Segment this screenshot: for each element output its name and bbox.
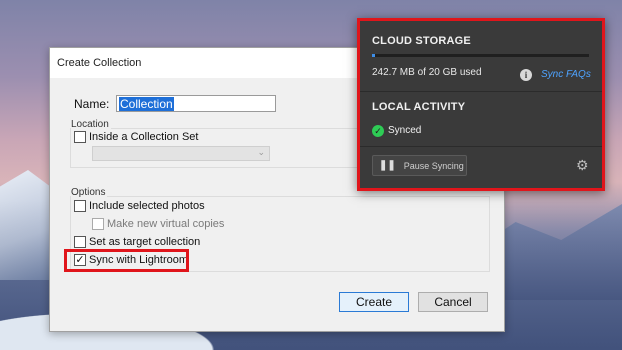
storage-usage-text: 242.7 MB of 20 GB used bbox=[372, 67, 482, 78]
panel-divider bbox=[360, 91, 602, 92]
storage-usage-bar bbox=[372, 54, 589, 57]
pause-syncing-label: Pause Syncing bbox=[403, 160, 464, 171]
pause-syncing-button[interactable]: ❚❚ Pause Syncing bbox=[372, 155, 467, 176]
include-selected-box[interactable] bbox=[74, 200, 86, 212]
cloud-storage-heading: CLOUD STORAGE bbox=[372, 35, 471, 47]
collection-set-dropdown[interactable]: ⌄ bbox=[92, 146, 270, 161]
options-group-label: Options bbox=[71, 187, 108, 198]
inside-collection-set-box[interactable] bbox=[74, 131, 86, 143]
create-button[interactable]: Create bbox=[339, 292, 409, 312]
local-activity-heading: LOCAL ACTIVITY bbox=[372, 101, 466, 113]
target-collection-label: Set as target collection bbox=[89, 236, 201, 248]
include-selected-label: Include selected photos bbox=[89, 200, 205, 212]
panel-divider bbox=[360, 146, 602, 147]
synced-check-icon: ✓ bbox=[372, 125, 384, 137]
name-input[interactable]: Collection bbox=[116, 95, 276, 112]
inside-collection-set-label: Inside a Collection Set bbox=[89, 131, 199, 143]
name-label: Name: bbox=[74, 96, 110, 111]
name-row: Name: Collection bbox=[74, 95, 276, 112]
chevron-down-icon: ⌄ bbox=[257, 147, 265, 157]
inside-collection-set-checkbox[interactable]: Inside a Collection Set bbox=[74, 131, 198, 143]
sync-status-text: Synced bbox=[388, 125, 422, 136]
info-icon[interactable]: i bbox=[520, 69, 532, 81]
location-group-label: Location bbox=[71, 119, 111, 130]
cancel-button[interactable]: Cancel bbox=[418, 292, 488, 312]
target-collection-box[interactable] bbox=[74, 236, 86, 248]
sync-highlight-box bbox=[64, 249, 189, 272]
pause-icon: ❚❚ bbox=[379, 160, 396, 171]
sync-faqs-link[interactable]: Sync FAQs bbox=[541, 69, 591, 80]
gear-icon[interactable]: ⚙ bbox=[576, 157, 589, 174]
virtual-copies-label: Make new virtual copies bbox=[107, 218, 225, 230]
storage-usage-fill bbox=[372, 54, 375, 57]
include-selected-checkbox[interactable]: Include selected photos bbox=[74, 200, 205, 212]
name-input-value: Collection bbox=[119, 96, 174, 111]
virtual-copies-box[interactable] bbox=[92, 218, 104, 230]
virtual-copies-checkbox[interactable]: Make new virtual copies bbox=[92, 218, 224, 230]
target-collection-checkbox[interactable]: Set as target collection bbox=[74, 236, 200, 248]
cloud-storage-panel: CLOUD STORAGE 242.7 MB of 20 GB used i S… bbox=[357, 18, 605, 191]
